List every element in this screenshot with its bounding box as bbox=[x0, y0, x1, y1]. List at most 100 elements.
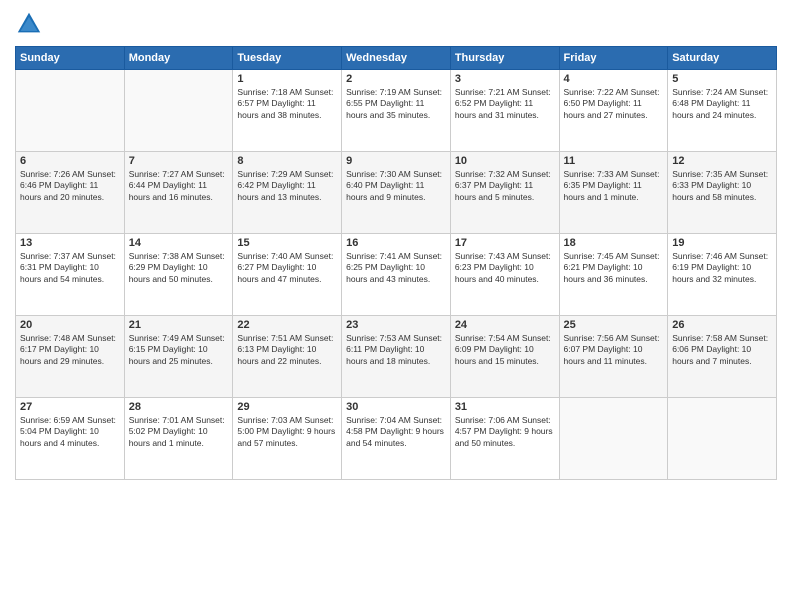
day-info: Sunrise: 7:40 AM Sunset: 6:27 PM Dayligh… bbox=[237, 251, 337, 285]
day-number: 16 bbox=[346, 237, 446, 249]
day-cell: 1 Sunrise: 7:18 AM Sunset: 6:57 PM Daylig… bbox=[233, 70, 342, 152]
day-info: Sunrise: 7:32 AM Sunset: 6:37 PM Dayligh… bbox=[455, 169, 555, 203]
day-info: Sunrise: 7:43 AM Sunset: 6:23 PM Dayligh… bbox=[455, 251, 555, 285]
day-number: 8 bbox=[237, 155, 337, 167]
day-number: 1 bbox=[237, 73, 337, 85]
day-number: 28 bbox=[129, 401, 229, 413]
day-cell: 8 Sunrise: 7:29 AM Sunset: 6:42 PM Daylig… bbox=[233, 152, 342, 234]
day-number: 23 bbox=[346, 319, 446, 331]
day-header: Thursday bbox=[450, 47, 559, 70]
day-number: 9 bbox=[346, 155, 446, 167]
day-cell: 20 Sunrise: 7:48 AM Sunset: 6:17 PM Dayli… bbox=[16, 316, 125, 398]
day-cell: 3Sunrise: 7:21 AM Sunset: 6:52 PM Daylig… bbox=[450, 70, 559, 152]
day-info: Sunrise: 7:01 AM Sunset: 5:02 PM Dayligh… bbox=[129, 415, 229, 449]
day-number: 30 bbox=[346, 401, 446, 413]
day-info: Sunrise: 7:56 AM Sunset: 6:07 PM Dayligh… bbox=[564, 333, 664, 367]
day-cell: 14 Sunrise: 7:38 AM Sunset: 6:29 PM Dayli… bbox=[124, 234, 233, 316]
logo bbox=[15, 10, 47, 38]
day-cell: 26 Sunrise: 7:58 AM Sunset: 6:06 PM Dayli… bbox=[668, 316, 777, 398]
calendar-table: SundayMondayTuesdayWednesdayThursdayFrid… bbox=[15, 46, 777, 480]
day-cell bbox=[124, 70, 233, 152]
day-number: 18 bbox=[564, 237, 664, 249]
week-row: 1 Sunrise: 7:18 AM Sunset: 6:57 PM Daylig… bbox=[16, 70, 777, 152]
day-cell: 29Sunrise: 7:03 AM Sunset: 5:00 PM Dayli… bbox=[233, 398, 342, 480]
day-info: Sunrise: 7:35 AM Sunset: 6:33 PM Dayligh… bbox=[672, 169, 772, 203]
day-number: 10 bbox=[455, 155, 555, 167]
day-info: Sunrise: 7:18 AM Sunset: 6:57 PM Dayligh… bbox=[237, 87, 337, 121]
day-info: Sunrise: 7:53 AM Sunset: 6:11 PM Dayligh… bbox=[346, 333, 446, 367]
day-cell bbox=[16, 70, 125, 152]
day-cell: 30 Sunrise: 7:04 AM Sunset: 4:58 PM Dayli… bbox=[342, 398, 451, 480]
day-number: 27 bbox=[20, 401, 120, 413]
day-cell: 16 Sunrise: 7:41 AM Sunset: 6:25 PM Dayli… bbox=[342, 234, 451, 316]
day-header: Monday bbox=[124, 47, 233, 70]
day-header: Friday bbox=[559, 47, 668, 70]
day-cell: 21 Sunrise: 7:49 AM Sunset: 6:15 PM Dayli… bbox=[124, 316, 233, 398]
day-number: 21 bbox=[129, 319, 229, 331]
day-info: Sunrise: 7:37 AM Sunset: 6:31 PM Dayligh… bbox=[20, 251, 120, 285]
day-cell bbox=[668, 398, 777, 480]
day-cell: 31 Sunrise: 7:06 AM Sunset: 4:57 PM Dayli… bbox=[450, 398, 559, 480]
day-number: 31 bbox=[455, 401, 555, 413]
week-row: 13 Sunrise: 7:37 AM Sunset: 6:31 PM Dayli… bbox=[16, 234, 777, 316]
day-cell: 13 Sunrise: 7:37 AM Sunset: 6:31 PM Dayli… bbox=[16, 234, 125, 316]
day-info: Sunrise: 7:45 AM Sunset: 6:21 PM Dayligh… bbox=[564, 251, 664, 285]
day-info: Sunrise: 7:54 AM Sunset: 6:09 PM Dayligh… bbox=[455, 333, 555, 367]
day-number: 24 bbox=[455, 319, 555, 331]
day-info: Sunrise: 7:29 AM Sunset: 6:42 PM Dayligh… bbox=[237, 169, 337, 203]
day-cell: 12 Sunrise: 7:35 AM Sunset: 6:33 PM Dayli… bbox=[668, 152, 777, 234]
day-number: 25 bbox=[564, 319, 664, 331]
day-header: Wednesday bbox=[342, 47, 451, 70]
day-cell: 23 Sunrise: 7:53 AM Sunset: 6:11 PM Dayli… bbox=[342, 316, 451, 398]
day-header: Saturday bbox=[668, 47, 777, 70]
day-header: Sunday bbox=[16, 47, 125, 70]
day-cell: 22 Sunrise: 7:51 AM Sunset: 6:13 PM Dayli… bbox=[233, 316, 342, 398]
day-number: 22 bbox=[237, 319, 337, 331]
day-cell: 5 Sunrise: 7:24 AM Sunset: 6:48 PM Daylig… bbox=[668, 70, 777, 152]
day-number: 14 bbox=[129, 237, 229, 249]
day-info: Sunrise: 7:19 AM Sunset: 6:55 PM Dayligh… bbox=[346, 87, 446, 121]
day-cell: 4 Sunrise: 7:22 AM Sunset: 6:50 PM Daylig… bbox=[559, 70, 668, 152]
header bbox=[15, 10, 777, 38]
day-info: Sunrise: 7:24 AM Sunset: 6:48 PM Dayligh… bbox=[672, 87, 772, 121]
day-info: Sunrise: 7:48 AM Sunset: 6:17 PM Dayligh… bbox=[20, 333, 120, 367]
day-number: 4 bbox=[564, 73, 664, 85]
day-info: Sunrise: 6:59 AM Sunset: 5:04 PM Dayligh… bbox=[20, 415, 120, 449]
day-number: 26 bbox=[672, 319, 772, 331]
day-cell: 18 Sunrise: 7:45 AM Sunset: 6:21 PM Dayli… bbox=[559, 234, 668, 316]
day-cell: 19Sunrise: 7:46 AM Sunset: 6:19 PM Dayli… bbox=[668, 234, 777, 316]
day-info: Sunrise: 7:33 AM Sunset: 6:35 PM Dayligh… bbox=[564, 169, 664, 203]
week-row: 27 Sunrise: 6:59 AM Sunset: 5:04 PM Dayli… bbox=[16, 398, 777, 480]
day-info: Sunrise: 7:51 AM Sunset: 6:13 PM Dayligh… bbox=[237, 333, 337, 367]
day-number: 20 bbox=[20, 319, 120, 331]
day-number: 13 bbox=[20, 237, 120, 249]
day-info: Sunrise: 7:49 AM Sunset: 6:15 PM Dayligh… bbox=[129, 333, 229, 367]
logo-icon bbox=[15, 10, 43, 38]
day-info: Sunrise: 7:06 AM Sunset: 4:57 PM Dayligh… bbox=[455, 415, 555, 449]
day-cell: 9 Sunrise: 7:30 AM Sunset: 6:40 PM Daylig… bbox=[342, 152, 451, 234]
day-header: Tuesday bbox=[233, 47, 342, 70]
day-cell: 2Sunrise: 7:19 AM Sunset: 6:55 PM Daylig… bbox=[342, 70, 451, 152]
day-number: 6 bbox=[20, 155, 120, 167]
day-number: 15 bbox=[237, 237, 337, 249]
day-info: Sunrise: 7:03 AM Sunset: 5:00 PM Dayligh… bbox=[237, 415, 337, 449]
day-cell: 6 Sunrise: 7:26 AM Sunset: 6:46 PM Daylig… bbox=[16, 152, 125, 234]
day-cell: 7Sunrise: 7:27 AM Sunset: 6:44 PM Daylig… bbox=[124, 152, 233, 234]
week-row: 6 Sunrise: 7:26 AM Sunset: 6:46 PM Daylig… bbox=[16, 152, 777, 234]
day-number: 3 bbox=[455, 73, 555, 85]
header-row: SundayMondayTuesdayWednesdayThursdayFrid… bbox=[16, 47, 777, 70]
day-number: 12 bbox=[672, 155, 772, 167]
day-info: Sunrise: 7:58 AM Sunset: 6:06 PM Dayligh… bbox=[672, 333, 772, 367]
day-number: 5 bbox=[672, 73, 772, 85]
day-number: 19 bbox=[672, 237, 772, 249]
day-info: Sunrise: 7:22 AM Sunset: 6:50 PM Dayligh… bbox=[564, 87, 664, 121]
week-row: 20 Sunrise: 7:48 AM Sunset: 6:17 PM Dayli… bbox=[16, 316, 777, 398]
day-cell: 25 Sunrise: 7:56 AM Sunset: 6:07 PM Dayli… bbox=[559, 316, 668, 398]
day-info: Sunrise: 7:26 AM Sunset: 6:46 PM Dayligh… bbox=[20, 169, 120, 203]
day-number: 17 bbox=[455, 237, 555, 249]
day-info: Sunrise: 7:38 AM Sunset: 6:29 PM Dayligh… bbox=[129, 251, 229, 285]
day-info: Sunrise: 7:41 AM Sunset: 6:25 PM Dayligh… bbox=[346, 251, 446, 285]
day-info: Sunrise: 7:30 AM Sunset: 6:40 PM Dayligh… bbox=[346, 169, 446, 203]
day-info: Sunrise: 7:04 AM Sunset: 4:58 PM Dayligh… bbox=[346, 415, 446, 449]
day-cell: 28 Sunrise: 7:01 AM Sunset: 5:02 PM Dayli… bbox=[124, 398, 233, 480]
